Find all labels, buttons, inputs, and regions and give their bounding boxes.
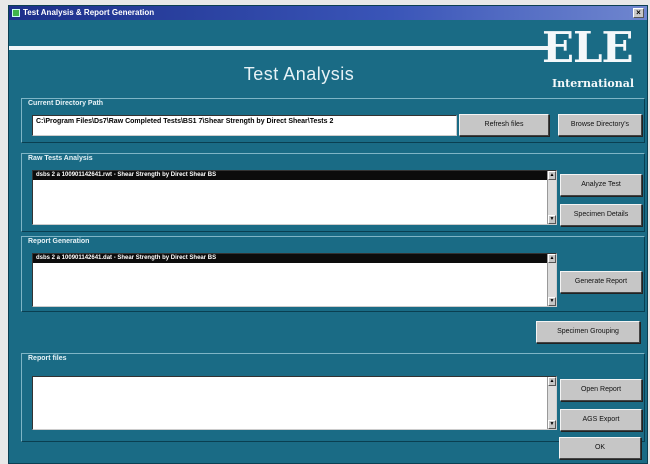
raw-tests-list[interactable]: dsbs 2 a 100901142641.rwt - Shear Streng… [32,170,557,225]
header-divider [9,46,549,50]
current-path-group: Current Directory Path C:\Program Files\… [21,98,645,143]
scroll-down-icon[interactable]: ▼ [548,297,556,306]
close-icon[interactable]: × [633,8,644,18]
main-window: Test Analysis & Report Generation × Test… [8,5,648,464]
group-label: Report files [28,355,67,362]
list-item[interactable]: dsbs 2 a 100901142641.dat - Shear Streng… [33,254,556,263]
generate-report-button[interactable]: Generate Report [560,271,642,293]
specimen-details-button[interactable]: Specimen Details [560,204,642,226]
group-label: Report Generation [28,238,90,245]
list-item[interactable]: dsbs 2 a 100901142641.rwt - Shear Streng… [33,171,556,180]
scrollbar[interactable]: ▲ ▼ [547,254,556,306]
group-label: Raw Tests Analysis [28,155,93,162]
report-files-list[interactable]: ▲ ▼ [32,376,557,430]
scroll-up-icon[interactable]: ▲ [548,171,556,180]
open-report-button[interactable]: Open Report [560,379,642,401]
report-generation-group: Report Generation dsbs 2 a 100901142641.… [21,236,645,312]
title-bar[interactable]: Test Analysis & Report Generation × [9,6,647,20]
scrollbar[interactable]: ▲ ▼ [547,377,556,429]
scrollbar[interactable]: ▲ ▼ [547,171,556,224]
scroll-down-icon[interactable]: ▼ [548,215,556,224]
ele-logo: ELE [542,23,634,72]
report-generation-list[interactable]: dsbs 2 a 100901142641.dat - Shear Streng… [32,253,557,307]
browse-directory-button[interactable]: Browse Directory's [558,114,642,136]
scroll-down-icon[interactable]: ▼ [548,420,556,429]
refresh-files-button[interactable]: Refresh files [459,114,549,136]
window-title: Test Analysis & Report Generation [23,8,155,17]
raw-tests-group: Raw Tests Analysis dsbs 2 a 100901142641… [21,153,645,232]
directory-path-field[interactable]: C:\Program Files\Ds7\Raw Completed Tests… [32,115,457,136]
app-icon [12,9,20,17]
group-label: Current Directory Path [28,100,104,107]
scroll-up-icon[interactable]: ▲ [548,254,556,263]
logo-subtitle: International [552,77,635,90]
analyze-test-button[interactable]: Analyze Test [560,174,642,196]
report-files-group: Report files ▲ ▼ Open Report AGS Export [21,353,645,442]
specimen-grouping-button[interactable]: Specimen Grouping [536,321,640,343]
scroll-up-icon[interactable]: ▲ [548,377,556,386]
page-title: Test Analysis [243,64,355,84]
ok-button[interactable]: OK [559,437,641,459]
ags-export-button[interactable]: AGS Export [560,409,642,431]
